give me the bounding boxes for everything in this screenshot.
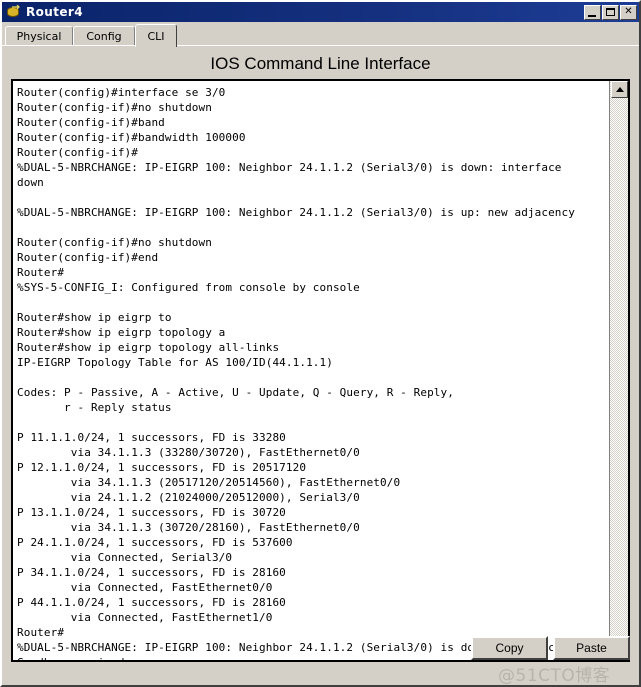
tab-cli[interactable]: CLI [135, 24, 177, 47]
router-cli-window: Router4 ✕ Physical Config CLI IOS Comman… [0, 0, 641, 687]
tab-physical-label: Physical [16, 30, 62, 43]
window-title: Router4 [26, 5, 83, 19]
page-title: IOS Command Line Interface [210, 54, 431, 73]
copy-button[interactable]: Copy [471, 636, 548, 660]
copy-button-label: Copy [495, 641, 524, 655]
tab-bar: Physical Config CLI [2, 24, 639, 47]
close-button[interactable]: ✕ [620, 4, 637, 20]
paste-button[interactable]: Paste [553, 636, 630, 660]
terminal-output-area[interactable]: Router(config)#interface se 3/0 Router(c… [11, 79, 630, 662]
terminal-text[interactable]: Router(config)#interface se 3/0 Router(c… [13, 81, 609, 660]
router-device-icon [6, 4, 22, 20]
cli-panel: IOS Command Line Interface Router(config… [2, 45, 639, 685]
tab-cli-label: CLI [147, 29, 165, 43]
window-titlebar[interactable]: Router4 ✕ [2, 2, 639, 22]
tab-physical[interactable]: Physical [5, 26, 73, 46]
paste-button-label: Paste [576, 641, 607, 655]
scroll-up-arrow-icon[interactable] [611, 81, 628, 98]
minimize-button[interactable] [584, 4, 601, 20]
maximize-button[interactable] [602, 4, 619, 20]
tab-config[interactable]: Config [73, 26, 135, 46]
tab-config-label: Config [86, 30, 122, 43]
terminal-scrollbar[interactable] [609, 81, 628, 660]
